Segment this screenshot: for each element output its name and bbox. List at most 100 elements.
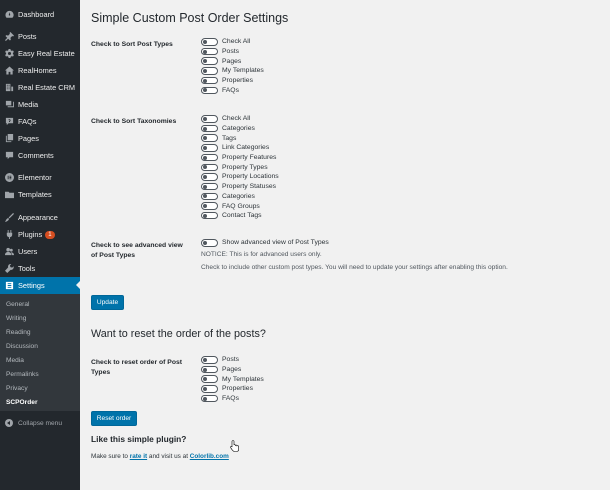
collapse-menu-button[interactable]: Collapse menu xyxy=(0,416,80,430)
submenu-item-scporder[interactable]: SCPOrder xyxy=(6,399,38,406)
toggle-label: Check All xyxy=(222,115,251,123)
menu-item-posts[interactable]: Posts xyxy=(0,28,80,45)
submenu-item-writing[interactable]: Writing xyxy=(6,315,26,322)
toggle-row[interactable]: Check All xyxy=(201,114,279,124)
menu-item-real-estate-crm[interactable]: Real Estate CRM xyxy=(0,79,80,96)
toggle-row[interactable]: My Templates xyxy=(201,66,264,76)
toggle-switch[interactable] xyxy=(201,163,218,172)
submenu-item-media[interactable]: Media xyxy=(6,357,24,364)
rate-it-link[interactable]: rate it xyxy=(130,453,147,460)
toggle-row[interactable]: Properties xyxy=(201,76,264,86)
toggle-switch[interactable] xyxy=(201,144,218,152)
menu-item-users[interactable]: Users xyxy=(0,243,80,260)
menu-item-settings[interactable]: Settings xyxy=(0,277,80,294)
toggle-switch[interactable] xyxy=(201,356,218,364)
menu-item-realhomes[interactable]: RealHomes xyxy=(0,62,80,79)
toggle-switch[interactable] xyxy=(201,375,218,383)
toggle-row[interactable]: Property Locations xyxy=(201,172,279,182)
toggle-row[interactable]: Categories xyxy=(201,192,279,202)
menu-label: Real Estate CRM xyxy=(18,83,76,92)
admin-sidebar: Dashboard Posts Easy Real Estate RealHom… xyxy=(0,0,80,490)
toggle-row[interactable]: FAQs xyxy=(201,85,264,95)
toggle-row[interactable]: Tags xyxy=(201,133,279,143)
toggle-label: Property Locations xyxy=(222,173,279,181)
toggle-label: Categories xyxy=(222,192,255,200)
toggle-switch[interactable] xyxy=(201,182,218,191)
toggle-switch[interactable] xyxy=(201,385,218,393)
menu-item-comments[interactable]: Comments xyxy=(0,147,80,164)
toggle-switch[interactable] xyxy=(201,365,218,374)
submenu-item-discussion[interactable]: Discussion xyxy=(6,343,38,350)
toggle-row[interactable]: Check All xyxy=(201,37,264,47)
menu-item-plugins[interactable]: Plugins 1 xyxy=(0,226,80,243)
reset-order-button[interactable]: Reset order xyxy=(91,411,137,426)
toggle-label: Tags xyxy=(222,134,237,142)
advanced-notice: NOTICE: This is for advanced users only. xyxy=(201,251,322,258)
colorlib-link[interactable]: Colorlib.com xyxy=(190,453,229,460)
menu-item-dashboard[interactable]: Dashboard xyxy=(0,6,80,23)
toggle-switch[interactable] xyxy=(201,47,218,56)
update-button[interactable]: Update xyxy=(91,295,124,310)
menu-item-templates[interactable]: Templates xyxy=(0,186,80,203)
advanced-view-list: Show advanced view of Post Types xyxy=(201,238,329,248)
toggle-row[interactable]: Property Statuses xyxy=(201,182,279,192)
pin-icon xyxy=(4,32,14,42)
submenu-item-general[interactable]: General xyxy=(6,301,29,308)
toggle-row[interactable]: Link Categories xyxy=(201,143,279,153)
toggle-switch[interactable] xyxy=(201,115,218,123)
submenu-item-permalinks[interactable]: Permalinks xyxy=(6,371,39,378)
toggle-row[interactable]: Property Features xyxy=(201,153,279,163)
toggle-switch[interactable] xyxy=(201,38,218,46)
toggle-row[interactable]: FAQ Groups xyxy=(201,201,279,211)
toggle-switch[interactable] xyxy=(201,67,218,75)
toggle-switch[interactable] xyxy=(201,394,218,403)
toggle-row[interactable]: Show advanced view of Post Types xyxy=(201,238,329,248)
reset-title: Want to reset the order of the posts? xyxy=(91,328,266,340)
plug-icon xyxy=(4,230,14,240)
footer-text: Make sure to rate it and visit us at Col… xyxy=(91,453,229,460)
toggle-row[interactable]: Property Types xyxy=(201,162,279,172)
toggle-switch[interactable] xyxy=(201,192,218,201)
toggle-switch[interactable] xyxy=(201,153,218,162)
building-icon xyxy=(4,83,14,93)
menu-item-faqs[interactable]: FAQs xyxy=(0,113,80,130)
menu-item-media[interactable]: Media xyxy=(0,96,80,113)
menu-item-elementor[interactable]: Elementor xyxy=(0,169,80,186)
toggle-switch[interactable] xyxy=(201,86,218,95)
menu-label: Elementor xyxy=(18,173,52,182)
toggle-row[interactable]: Posts xyxy=(201,47,264,57)
toggle-switch[interactable] xyxy=(201,57,218,65)
gear-icon xyxy=(4,49,14,59)
update-count-badge: 1 xyxy=(45,230,55,239)
settings-submenu: General Writing Reading Discussion Media… xyxy=(0,294,80,411)
toggle-label: My Templates xyxy=(222,375,264,383)
advanced-help-text: Check to include other custom post types… xyxy=(201,264,508,271)
toggle-label: Properties xyxy=(222,77,253,85)
toggle-row[interactable]: Pages xyxy=(201,365,264,375)
toggle-switch[interactable] xyxy=(201,124,218,133)
toggle-switch[interactable] xyxy=(201,134,218,142)
toggle-row[interactable]: Categories xyxy=(201,124,279,134)
toggle-row[interactable]: Properties xyxy=(201,384,264,394)
toggle-row[interactable]: FAQs xyxy=(201,394,264,404)
submenu-item-privacy[interactable]: Privacy xyxy=(6,385,28,392)
house-icon xyxy=(4,66,14,76)
menu-item-easy-real-estate[interactable]: Easy Real Estate xyxy=(0,45,80,62)
menu-item-pages[interactable]: Pages xyxy=(0,130,80,147)
toggle-row[interactable]: Posts xyxy=(201,355,264,365)
toggle-switch[interactable] xyxy=(201,173,218,181)
toggle-row[interactable]: Pages xyxy=(201,56,264,66)
toggle-row[interactable]: Contact Tags xyxy=(201,211,279,221)
menu-item-tools[interactable]: Tools xyxy=(0,260,80,277)
submenu-item-reading[interactable]: Reading xyxy=(6,329,31,336)
footer-prefix: Make sure to xyxy=(91,453,130,460)
toggle-label: Check All xyxy=(222,38,251,46)
toggle-switch[interactable] xyxy=(201,239,218,247)
toggle-switch[interactable] xyxy=(201,76,218,85)
toggle-switch[interactable] xyxy=(201,202,218,210)
toggle-row[interactable]: My Templates xyxy=(201,374,264,384)
menu-item-appearance[interactable]: Appearance xyxy=(0,209,80,226)
toggle-switch[interactable] xyxy=(201,211,218,220)
pages-icon xyxy=(4,134,14,144)
toggle-label: FAQs xyxy=(222,86,239,94)
